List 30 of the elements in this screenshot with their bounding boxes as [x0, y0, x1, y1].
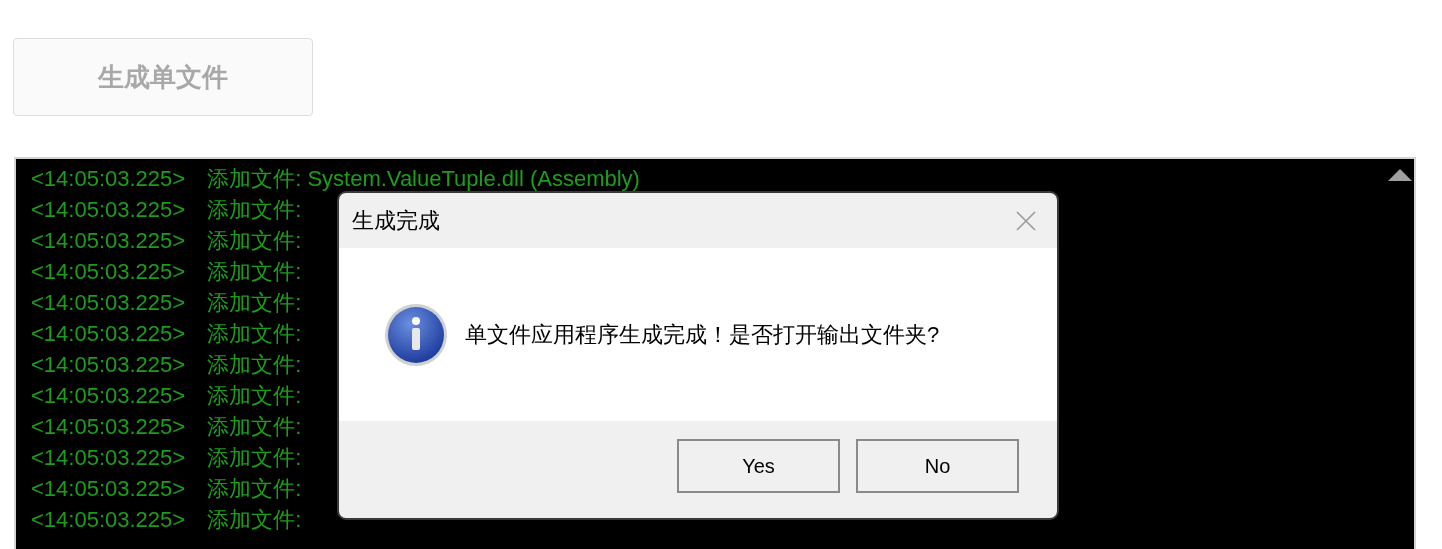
log-message: 添加文件: System.ValueTuple.dll (Assembly): [207, 165, 640, 193]
log-message: 添加文件:: [207, 227, 302, 255]
log-time: <14:05:03.225>: [31, 258, 186, 286]
log-message: 添加文件:: [207, 382, 302, 410]
log-message: 添加文件:: [207, 289, 302, 317]
scroll-up-icon[interactable]: [1388, 169, 1412, 181]
log-message: 添加文件:: [207, 506, 302, 534]
dialog-button[interactable]: No: [856, 438, 1019, 493]
info-icon: [384, 302, 448, 367]
log-message: 添加文件:: [207, 320, 302, 348]
log-time: <14:05:03.225>: [31, 444, 186, 472]
log-message: 添加文件:: [207, 351, 302, 379]
dialog-button[interactable]: Yes: [677, 438, 840, 493]
log-time: <14:05:03.225>: [31, 165, 186, 193]
dialog-message: 单文件应用程序生成完成！是否打开输出文件夹?: [465, 321, 940, 349]
log-time: <14:05:03.225>: [31, 320, 186, 348]
log-message: 添加文件:: [207, 444, 302, 472]
log-message: 添加文件:: [207, 258, 302, 286]
log-message: 添加文件:: [207, 196, 302, 224]
log-time: <14:05:03.225>: [31, 506, 186, 534]
log-message: 添加文件:: [207, 475, 302, 503]
log-time: <14:05:03.225>: [31, 351, 186, 379]
log-time: <14:05:03.225>: [31, 475, 186, 503]
log-time: <14:05:03.225>: [31, 227, 186, 255]
log-time: <14:05:03.225>: [31, 196, 186, 224]
log-message: 添加文件:: [207, 413, 302, 441]
log-time: <14:05:03.225>: [31, 382, 186, 410]
log-time: <14:05:03.225>: [31, 413, 186, 441]
log-time: <14:05:03.225>: [31, 289, 186, 317]
dialog-title: 生成完成: [352, 207, 440, 235]
